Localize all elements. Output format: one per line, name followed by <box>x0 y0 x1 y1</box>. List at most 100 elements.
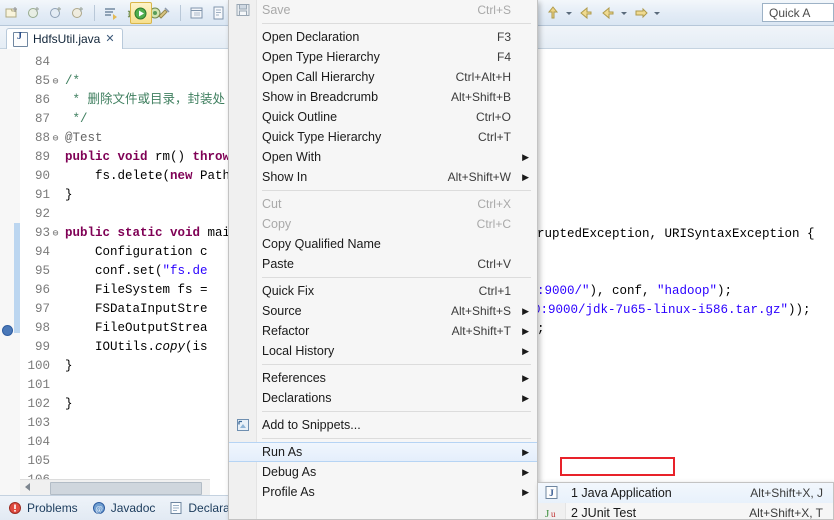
open-type-icon[interactable] <box>543 3 563 23</box>
menu-item-source[interactable]: Source Alt+Shift+S ▶ <box>229 301 537 321</box>
menu-item-paste[interactable]: PasteCtrl+V▶ <box>229 254 537 274</box>
menu-item-shortcut: F3 <box>496 30 511 44</box>
forward-icon[interactable] <box>598 3 618 23</box>
menu-item-quick-fix[interactable]: Quick FixCtrl+1▶ <box>229 281 537 301</box>
menu-item-shortcut: Ctrl+C <box>476 217 511 231</box>
submenu-item-shortcut: Alt+Shift+X, J <box>750 486 823 500</box>
menu-item-label: Copy <box>262 217 292 231</box>
menu-item-label: Show In <box>262 170 308 184</box>
menu-item-debug-as[interactable]: Debug As ▶ <box>229 462 537 482</box>
editor-tab-hdfsutil[interactable]: HdfsUtil.java ✕ <box>6 28 123 49</box>
breakpoint-marker-icon[interactable] <box>2 325 13 336</box>
tab-problems[interactable]: Problems <box>8 501 78 515</box>
editor-context-menu[interactable]: Save Ctrl+S ▶ Open Declaration F3 ▶ Open Type … <box>228 0 538 520</box>
menu-item-copy[interactable]: CopyCtrl+C▶ <box>229 214 537 234</box>
tab-problems-label: Problems <box>27 501 78 515</box>
submenu-item-label: 2 JUnit Test <box>571 506 637 520</box>
menu-item-save[interactable]: SaveCtrl+S▶ <box>229 0 537 20</box>
menu-item-quick-outline[interactable]: Quick OutlineCtrl+O▶ <box>229 107 537 127</box>
toolbar-separator-2 <box>180 5 181 21</box>
quick-access-input[interactable]: Quick A <box>762 3 834 22</box>
menu-item-shortcut: Ctrl+S <box>477 3 511 17</box>
svg-text:J: J <box>545 508 550 520</box>
next-annotation-icon[interactable] <box>631 3 651 23</box>
editor-tab-label: HdfsUtil.java <box>33 32 101 46</box>
submenu-item-1-java-application[interactable]: J 1 Java Application Alt+Shift+X, J <box>538 483 833 503</box>
menu-item-copy-qualified-name[interactable]: Copy Qualified Name▶ <box>229 234 537 254</box>
menu-item-label: Cut <box>262 197 282 211</box>
menu-separator <box>262 438 531 439</box>
java-app-icon: J <box>543 485 560 501</box>
forward-dropdown-chevron-down-icon[interactable] <box>620 3 629 23</box>
svg-text:J: J <box>549 488 554 498</box>
menu-item-open-declaration[interactable]: Open DeclarationF3▶ <box>229 27 537 47</box>
menu-item-show-in[interactable]: Show In Alt+Shift+W ▶ <box>229 167 537 187</box>
menu-item-shortcut: Ctrl+T <box>478 130 511 144</box>
code-line-fragment: ; <box>537 322 545 336</box>
menu-item-shortcut: Alt+Shift+B <box>450 90 511 104</box>
javadoc-icon: @ <box>92 501 106 515</box>
menu-item-declarations[interactable]: Declarations ▶ <box>229 388 537 408</box>
new-java-class-icon[interactable] <box>24 3 44 23</box>
new-java-package-icon[interactable] <box>2 3 22 23</box>
menu-item-label: Show in Breadcrumb <box>262 90 379 104</box>
submenu-item-2-junit-test[interactable]: Ju 2 JUnit Test Alt+Shift+X, T <box>538 503 833 520</box>
svg-text:u: u <box>551 509 556 519</box>
toolbar-run-group <box>130 2 229 24</box>
tab-declaration[interactable]: Declarat <box>169 501 233 515</box>
tab-javadoc-label: Javadoc <box>110 501 156 515</box>
menu-item-label: Declarations <box>262 391 332 405</box>
run-icon[interactable] <box>130 2 152 24</box>
menu-item-refactor[interactable]: Refactor Alt+Shift+T ▶ <box>229 321 537 341</box>
scrollbar-thumb[interactable] <box>50 482 202 495</box>
editor-horizontal-scrollbar[interactable] <box>20 479 210 495</box>
new-window-icon[interactable] <box>187 3 207 23</box>
new-java-interface-icon[interactable] <box>46 3 66 23</box>
tab-javadoc[interactable]: @ Javadoc <box>92 501 156 515</box>
external-tools-icon[interactable] <box>154 3 174 23</box>
menu-item-add-to-snippets[interactable]: Add to Snippets...▶ <box>229 415 537 435</box>
toolbar-separator-1 <box>94 5 95 21</box>
menu-item-label: Run As <box>262 445 303 459</box>
menu-item-cut[interactable]: CutCtrl+X▶ <box>229 194 537 214</box>
code-line-fragment: 0:9000/jdk-7u65-linux-i586.tar.gz")); <box>533 303 811 317</box>
problems-icon <box>8 501 22 515</box>
menu-item-label: Open Call Hierarchy <box>262 70 375 84</box>
back-icon[interactable] <box>576 3 596 23</box>
menu-item-open-with[interactable]: Open With ▶ <box>229 147 537 167</box>
editor-marker-bar[interactable] <box>0 49 15 495</box>
menu-item-label: Quick Outline <box>262 110 338 124</box>
menu-item-run-as[interactable]: Run As ▶ <box>229 442 537 462</box>
menu-item-open-type-hierarchy[interactable]: Open Type HierarchyF4▶ <box>229 47 537 67</box>
menu-item-label: Source <box>262 304 302 318</box>
menu-item-shortcut: F4 <box>496 50 511 64</box>
next-annotation-dropdown-chevron-down-icon[interactable] <box>653 3 662 23</box>
submenu-item-shortcut: Alt+Shift+X, T <box>749 506 823 520</box>
menu-item-label: Copy Qualified Name <box>262 237 381 251</box>
open-type-dropdown-chevron-down-icon[interactable] <box>565 3 574 23</box>
menu-item-label: Profile As <box>262 485 315 499</box>
scroll-left-arrow-icon[interactable] <box>25 483 30 491</box>
open-task-icon[interactable] <box>101 3 121 23</box>
search-icon[interactable] <box>209 3 229 23</box>
menu-item-shortcut: Ctrl+X <box>477 197 511 211</box>
svg-text:@: @ <box>95 505 102 514</box>
menu-item-label: Paste <box>262 257 294 271</box>
menu-item-label: Open Declaration <box>262 30 360 44</box>
menu-item-shortcut: Ctrl+O <box>475 110 511 124</box>
menu-item-profile-as[interactable]: Profile As ▶ <box>229 482 537 502</box>
menu-item-quick-type-hierarchy[interactable]: Quick Type HierarchyCtrl+T▶ <box>229 127 537 147</box>
menu-separator <box>262 364 531 365</box>
snippets-icon <box>235 417 251 433</box>
menu-item-references[interactable]: References ▶ <box>229 368 537 388</box>
context-menu-items: Save Ctrl+S ▶ Open Declaration F3 ▶ Open Type … <box>229 0 537 502</box>
menu-item-show-in-breadcrumb[interactable]: Show in BreadcrumbAlt+Shift+B▶ <box>229 87 537 107</box>
submenu-item-label: 1 Java Application <box>571 486 672 500</box>
java-file-icon <box>13 31 28 47</box>
close-icon[interactable]: ✕ <box>105 33 114 45</box>
menu-item-open-call-hierarchy[interactable]: Open Call HierarchyCtrl+Alt+H▶ <box>229 67 537 87</box>
run-as-submenu[interactable]: J 1 Java Application Alt+Shift+X, J Ju 2 JUn… <box>537 482 834 520</box>
menu-item-local-history[interactable]: Local History ▶ <box>229 341 537 361</box>
new-java-enum-icon[interactable] <box>68 3 88 23</box>
submenu-arrow-icon: ▶ <box>522 172 529 182</box>
